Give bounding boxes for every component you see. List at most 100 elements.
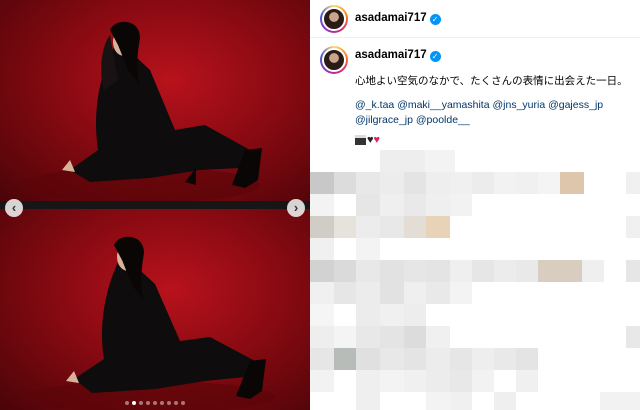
mosaic-tile bbox=[426, 216, 450, 238]
mosaic-tile bbox=[626, 326, 640, 348]
caption-emojis: ♥♥ bbox=[355, 134, 380, 147]
mosaic-tile bbox=[516, 260, 538, 282]
mosaic-tile bbox=[626, 216, 640, 238]
mosaic-tile bbox=[450, 392, 472, 410]
carousel-dot bbox=[125, 401, 129, 405]
mosaic-tile bbox=[356, 282, 380, 304]
mosaic-tile bbox=[450, 348, 472, 370]
header-username-text[interactable]: asadamai717 bbox=[355, 12, 427, 24]
mosaic-tile bbox=[380, 150, 425, 172]
mosaic-tile bbox=[472, 370, 494, 392]
mosaic-tile bbox=[516, 370, 538, 392]
mosaic-tile bbox=[404, 282, 426, 304]
post-side-panel: asadamai717 ✓ asadamai717 ✓ 心地よい空気のなかで、たくさ… bbox=[310, 0, 640, 410]
mosaic-tile bbox=[425, 150, 455, 172]
mosaic-tile bbox=[494, 348, 516, 370]
mosaic-tile bbox=[310, 172, 334, 194]
caption-username-text[interactable]: asadamai717 bbox=[355, 49, 427, 61]
mosaic-tile bbox=[516, 172, 538, 194]
mention-link[interactable]: @poolde__ bbox=[416, 114, 470, 126]
mosaic-tile bbox=[310, 260, 334, 282]
carousel-next-button[interactable]: › bbox=[287, 199, 305, 217]
mosaic-tile bbox=[426, 194, 450, 216]
mosaic-tile bbox=[334, 260, 356, 282]
mosaic-tile bbox=[334, 282, 356, 304]
mosaic-tile bbox=[334, 216, 356, 238]
mention-link[interactable]: @jns_yuria bbox=[492, 99, 545, 111]
clapper-board-icon bbox=[355, 135, 366, 146]
post-photo-bottom bbox=[0, 209, 310, 410]
mosaic-tile bbox=[404, 326, 426, 348]
mosaic-tile bbox=[310, 304, 334, 326]
carousel-dot bbox=[160, 401, 164, 405]
mosaic-tile bbox=[404, 172, 426, 194]
mosaic-tile bbox=[310, 238, 334, 260]
mosaic-tile bbox=[404, 348, 426, 370]
mosaic-tile bbox=[334, 348, 356, 370]
carousel-dot bbox=[132, 401, 136, 405]
mosaic-tile bbox=[356, 172, 380, 194]
caption-avatar[interactable] bbox=[320, 46, 348, 74]
mention-link[interactable]: @_k.taa bbox=[355, 99, 394, 111]
mosaic-tile bbox=[380, 172, 404, 194]
mosaic-tile bbox=[356, 260, 380, 282]
mosaic-tile bbox=[404, 216, 426, 238]
mosaic-tile bbox=[310, 282, 334, 304]
mosaic-tile bbox=[356, 370, 380, 392]
model-figure-bottom bbox=[25, 236, 275, 410]
mosaic-tile bbox=[380, 194, 404, 216]
mosaic-tile bbox=[356, 194, 380, 216]
mosaic-tile bbox=[380, 370, 404, 392]
mosaic-tile bbox=[494, 260, 516, 282]
post-header: asadamai717 ✓ bbox=[310, 0, 640, 38]
mosaic-tile bbox=[404, 370, 426, 392]
mosaic-tile bbox=[310, 194, 334, 216]
carousel-pagination-dots bbox=[0, 401, 310, 407]
mosaic-tile bbox=[426, 348, 450, 370]
mosaic-tile bbox=[404, 260, 426, 282]
carousel-dot bbox=[181, 401, 185, 405]
mosaic-tile bbox=[472, 348, 494, 370]
carousel-dot bbox=[146, 401, 150, 405]
mention-link[interactable]: @maki__yamashita bbox=[397, 99, 489, 111]
mosaic-tile bbox=[494, 172, 516, 194]
mosaic-tile bbox=[626, 260, 640, 282]
model-figure-top bbox=[20, 21, 262, 201]
mosaic-tile bbox=[310, 348, 334, 370]
caption-text: 心地よい空気のなかで、たくさんの表情に出会えた一日。 bbox=[355, 75, 628, 87]
post-media-carousel[interactable]: ‹ › bbox=[0, 0, 310, 410]
mosaic-tile bbox=[334, 326, 356, 348]
mosaic-tile bbox=[450, 282, 472, 304]
mosaic-tile bbox=[426, 392, 450, 410]
mosaic-tile bbox=[356, 348, 380, 370]
mosaic-tile bbox=[404, 194, 426, 216]
carousel-prev-button[interactable]: ‹ bbox=[5, 199, 23, 217]
mosaic-tile bbox=[426, 282, 450, 304]
mosaic-tile bbox=[538, 172, 560, 194]
caption-username[interactable]: asadamai717 ✓ bbox=[355, 49, 441, 62]
mosaic-tile bbox=[356, 392, 380, 410]
mosaic-tile bbox=[426, 172, 450, 194]
mosaic-tile bbox=[560, 172, 584, 194]
carousel-dot bbox=[174, 401, 178, 405]
mosaic-tile bbox=[626, 172, 640, 194]
avatar[interactable] bbox=[320, 5, 348, 33]
mosaic-tile bbox=[538, 260, 582, 282]
red-heart-icon: ♥ bbox=[373, 134, 381, 146]
mosaic-tile bbox=[404, 304, 426, 326]
mosaic-tile bbox=[310, 216, 334, 238]
mention-link[interactable]: @jilgrace_jp bbox=[355, 114, 413, 126]
carousel-dot bbox=[153, 401, 157, 405]
mention-link[interactable]: @gajess_jp bbox=[548, 99, 603, 111]
mosaic-tile bbox=[380, 326, 404, 348]
mosaic-tile bbox=[516, 348, 538, 370]
mosaic-tile bbox=[450, 172, 472, 194]
mosaic-tile bbox=[380, 348, 404, 370]
mosaic-tile bbox=[380, 304, 404, 326]
header-username[interactable]: asadamai717 ✓ bbox=[355, 12, 441, 25]
mosaic-tile bbox=[380, 260, 404, 282]
mosaic-tile bbox=[356, 304, 380, 326]
mosaic-tile bbox=[356, 216, 380, 238]
mosaic-tile bbox=[356, 238, 380, 260]
carousel-dot bbox=[139, 401, 143, 405]
